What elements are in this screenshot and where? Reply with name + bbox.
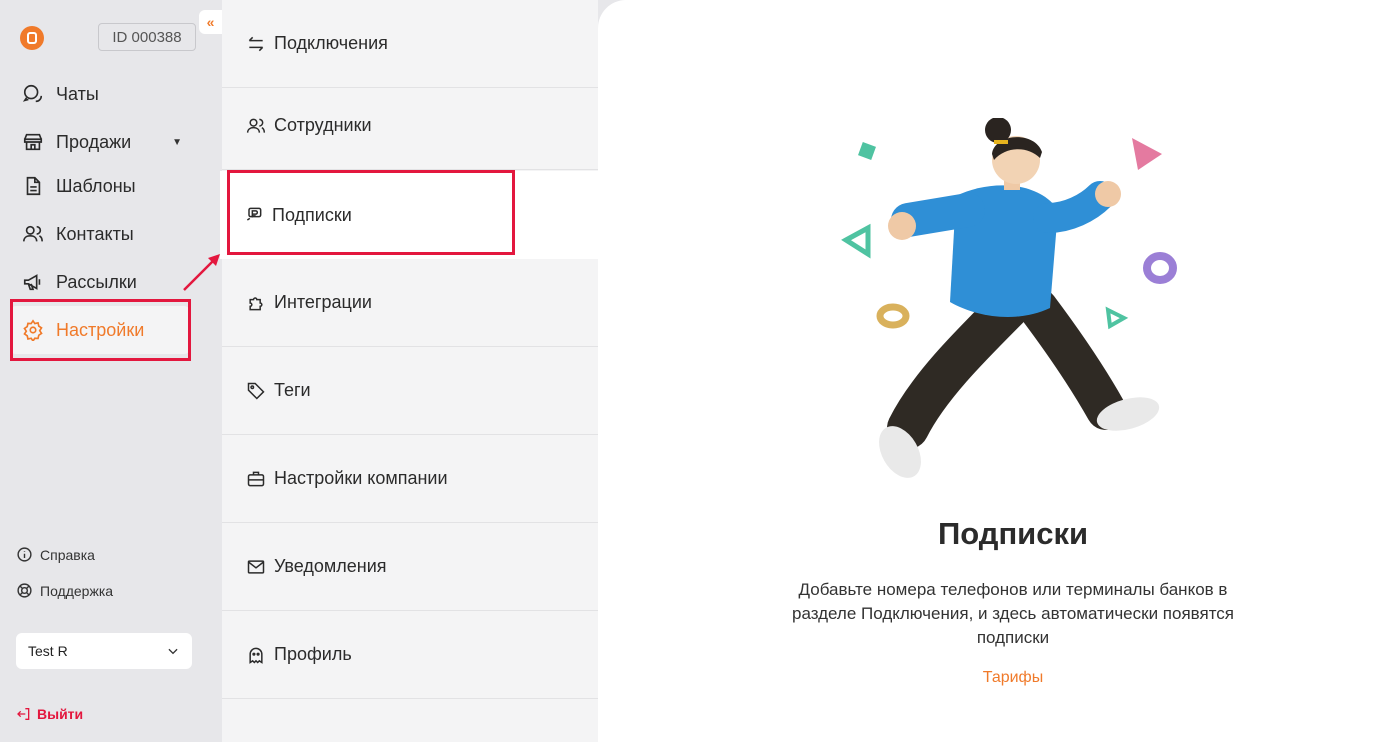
nav-item-label: Продажи: [56, 131, 132, 152]
nav-item-label: Рассылки: [56, 271, 137, 292]
document-icon: [26, 176, 41, 196]
info-icon: [17, 547, 32, 562]
collapse-sidebar-button[interactable]: «: [199, 10, 222, 34]
help-link[interactable]: Справка: [16, 546, 95, 563]
mail-icon: [247, 559, 265, 574]
tag-icon: [247, 382, 265, 400]
nav-item-mailings[interactable]: Рассылки: [10, 258, 190, 306]
gear-icon: [23, 319, 43, 341]
chevron-down-icon[interactable]: ▼: [172, 137, 182, 148]
menu-item-label: Уведомления: [274, 556, 387, 576]
store-icon: [23, 133, 43, 151]
menu-item-connections[interactable]: Подключения: [222, 0, 598, 88]
ghost-icon: [249, 647, 263, 664]
lifebuoy-icon: [17, 583, 32, 598]
menu-item-notifications[interactable]: Уведомления: [222, 523, 598, 611]
nav-item-templates[interactable]: Шаблоны: [10, 162, 190, 210]
nav-item-settings[interactable]: Настройки: [10, 306, 190, 354]
subscription-icon: [246, 207, 262, 221]
sidebar: ID 000388 « Чаты Продажи ▼ Шаблоны Конта…: [0, 0, 222, 742]
logout-icon: [17, 708, 30, 720]
users-icon: [23, 225, 43, 242]
logout-label: Выйти: [37, 706, 84, 722]
support-label: Поддержка: [40, 582, 114, 599]
logout-button[interactable]: Выйти: [16, 706, 83, 722]
menu-item-tags[interactable]: Теги: [222, 347, 598, 435]
content-panel: Подписки Добавьте номера телефонов или т…: [598, 0, 1379, 742]
nav-item-label: Контакты: [56, 223, 134, 244]
account-select[interactable]: Test R: [16, 633, 192, 669]
nav-item-chats[interactable]: Чаты: [10, 70, 190, 118]
menu-item-label: Подписки: [272, 204, 352, 225]
help-label: Справка: [40, 546, 95, 563]
menu-item-subscriptions[interactable]: Подписки: [220, 171, 598, 259]
nav-item-contacts[interactable]: Контакты: [10, 210, 190, 258]
menu-item-label: Теги: [274, 380, 311, 400]
account-select-value: Test R: [28, 643, 68, 659]
nav-item-label: Настройки: [56, 319, 145, 340]
tariffs-link[interactable]: Тарифы: [598, 669, 1379, 687]
menu-item-label: Сотрудники: [274, 115, 372, 135]
menu-item-integrations[interactable]: Интеграции: [222, 259, 598, 347]
support-link[interactable]: Поддержка: [16, 582, 113, 599]
chat-icon: [22, 84, 43, 103]
menu-item-company-settings[interactable]: Настройки компании: [222, 435, 598, 523]
running-person-illustration: [841, 118, 1177, 478]
menu-item-profile[interactable]: Профиль: [222, 611, 598, 699]
nav-item-label: Шаблоны: [56, 175, 136, 196]
menu-item-label: Интеграции: [274, 292, 372, 312]
nav-item-sales[interactable]: Продажи ▼: [10, 118, 190, 166]
briefcase-icon: [247, 471, 265, 486]
megaphone-icon: [23, 274, 41, 291]
menu-item-label: Подключения: [274, 33, 388, 53]
empty-state-description: Добавьте номера телефонов или терминалы …: [791, 580, 1235, 647]
users-icon: [246, 118, 266, 133]
nav-item-label: Чаты: [56, 83, 99, 104]
page-title: Подписки: [937, 516, 1089, 551]
menu-item-employees[interactable]: Сотрудники: [222, 82, 598, 170]
id-badge: ID 000388: [98, 23, 196, 51]
menu-item-label: Профиль: [274, 644, 352, 664]
logo[interactable]: [20, 26, 44, 50]
settings-menu: Подключения Сотрудники Подписки Интеграц…: [220, 0, 598, 742]
menu-item-label: Настройки компании: [274, 468, 448, 488]
puzzle-icon: [249, 296, 263, 310]
chevron-down-icon: [168, 648, 178, 655]
arrows-swap-icon: [248, 36, 264, 51]
